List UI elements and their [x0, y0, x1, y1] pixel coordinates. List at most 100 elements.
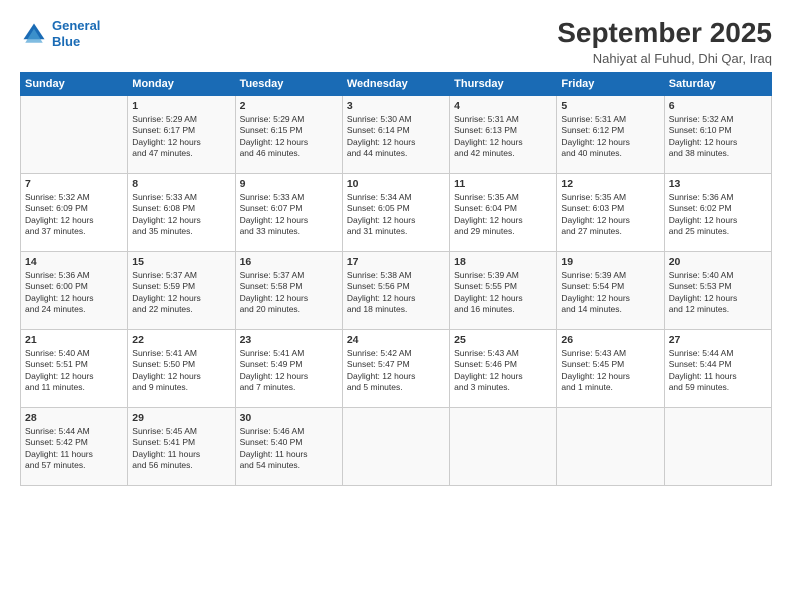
day-info: Sunrise: 5:39 AM Sunset: 5:55 PM Dayligh…: [454, 270, 552, 316]
header-day-monday: Monday: [128, 72, 235, 95]
day-cell: [21, 95, 128, 173]
week-row-4: 28 Sunrise: 5:44 AM Sunset: 5:42 PM Dayli…: [21, 407, 772, 485]
day-info: Sunrise: 5:41 AM Sunset: 5:50 PM Dayligh…: [132, 348, 230, 394]
day-cell: 26Sunrise: 5:43 AM Sunset: 5:45 PM Dayli…: [557, 329, 664, 407]
day-number: 20: [669, 256, 767, 268]
day-number: 19: [561, 256, 659, 268]
day-number: 8: [132, 178, 230, 190]
week-row-0: 1Sunrise: 5:29 AM Sunset: 6:17 PM Daylig…: [21, 95, 772, 173]
day-info: Sunrise: 5:44 AM Sunset: 5:44 PM Dayligh…: [669, 348, 767, 394]
day-info: Sunrise: 5:36 AM Sunset: 6:02 PM Dayligh…: [669, 192, 767, 238]
day-info: Sunrise: 5:32 AM Sunset: 6:09 PM Dayligh…: [25, 192, 123, 238]
calendar-header: SundayMondayTuesdayWednesdayThursdayFrid…: [21, 72, 772, 95]
day-number: 23: [240, 334, 338, 346]
day-info: Sunrise: 5:31 AM Sunset: 6:13 PM Dayligh…: [454, 114, 552, 160]
day-cell: 20 Sunrise: 5:40 AM Sunset: 5:53 PM Dayli…: [664, 251, 771, 329]
day-info: Sunrise: 5:43 AM Sunset: 5:46 PM Dayligh…: [454, 348, 552, 394]
day-number: 29: [132, 412, 230, 424]
logo-text: General Blue: [52, 18, 100, 49]
day-number: 6: [669, 100, 767, 112]
day-cell: 1Sunrise: 5:29 AM Sunset: 6:17 PM Daylig…: [128, 95, 235, 173]
day-number: 18: [454, 256, 552, 268]
day-info: Sunrise: 5:36 AM Sunset: 6:00 PM Dayligh…: [25, 270, 123, 316]
week-row-3: 21 Sunrise: 5:40 AM Sunset: 5:51 PM Dayli…: [21, 329, 772, 407]
day-number: 17: [347, 256, 445, 268]
day-info: Sunrise: 5:31 AM Sunset: 6:12 PM Dayligh…: [561, 114, 659, 160]
day-info: Sunrise: 5:37 AM Sunset: 5:58 PM Dayligh…: [240, 270, 338, 316]
day-number: 7: [25, 178, 123, 190]
logo: General Blue: [20, 18, 100, 49]
day-cell: 12Sunrise: 5:35 AM Sunset: 6:03 PM Dayli…: [557, 173, 664, 251]
title-block: September 2025 Nahiyat al Fuhud, Dhi Qar…: [557, 18, 772, 66]
week-row-2: 14 Sunrise: 5:36 AM Sunset: 6:00 PM Dayli…: [21, 251, 772, 329]
day-number: 27: [669, 334, 767, 346]
day-cell: 29Sunrise: 5:45 AM Sunset: 5:41 PM Dayli…: [128, 407, 235, 485]
day-number: 24: [347, 334, 445, 346]
day-info: Sunrise: 5:33 AM Sunset: 6:08 PM Dayligh…: [132, 192, 230, 238]
header-day-saturday: Saturday: [664, 72, 771, 95]
day-number: 9: [240, 178, 338, 190]
day-number: 13: [669, 178, 767, 190]
day-cell: 13 Sunrise: 5:36 AM Sunset: 6:02 PM Dayli…: [664, 173, 771, 251]
day-cell: 15Sunrise: 5:37 AM Sunset: 5:59 PM Dayli…: [128, 251, 235, 329]
day-number: 25: [454, 334, 552, 346]
day-number: 3: [347, 100, 445, 112]
header-day-thursday: Thursday: [450, 72, 557, 95]
day-cell: 8 Sunrise: 5:33 AM Sunset: 6:08 PM Daylig…: [128, 173, 235, 251]
day-number: 2: [240, 100, 338, 112]
day-number: 16: [240, 256, 338, 268]
day-number: 26: [561, 334, 659, 346]
day-cell: 22 Sunrise: 5:41 AM Sunset: 5:50 PM Dayli…: [128, 329, 235, 407]
day-cell: 19 Sunrise: 5:39 AM Sunset: 5:54 PM Dayli…: [557, 251, 664, 329]
day-info: Sunrise: 5:34 AM Sunset: 6:05 PM Dayligh…: [347, 192, 445, 238]
day-info: Sunrise: 5:32 AM Sunset: 6:10 PM Dayligh…: [669, 114, 767, 160]
day-info: Sunrise: 5:30 AM Sunset: 6:14 PM Dayligh…: [347, 114, 445, 160]
logo-icon: [20, 20, 48, 48]
day-number: 5: [561, 100, 659, 112]
day-cell: 3 Sunrise: 5:30 AM Sunset: 6:14 PM Daylig…: [342, 95, 449, 173]
day-number: 4: [454, 100, 552, 112]
day-cell: 27 Sunrise: 5:44 AM Sunset: 5:44 PM Dayli…: [664, 329, 771, 407]
day-info: Sunrise: 5:39 AM Sunset: 5:54 PM Dayligh…: [561, 270, 659, 316]
day-number: 28: [25, 412, 123, 424]
day-number: 11: [454, 178, 552, 190]
day-cell: [342, 407, 449, 485]
day-number: 14: [25, 256, 123, 268]
header-day-wednesday: Wednesday: [342, 72, 449, 95]
day-info: Sunrise: 5:33 AM Sunset: 6:07 PM Dayligh…: [240, 192, 338, 238]
day-cell: 28 Sunrise: 5:44 AM Sunset: 5:42 PM Dayli…: [21, 407, 128, 485]
day-info: Sunrise: 5:29 AM Sunset: 6:15 PM Dayligh…: [240, 114, 338, 160]
day-number: 12: [561, 178, 659, 190]
day-info: Sunrise: 5:44 AM Sunset: 5:42 PM Dayligh…: [25, 426, 123, 472]
day-cell: [450, 407, 557, 485]
header-day-tuesday: Tuesday: [235, 72, 342, 95]
day-info: Sunrise: 5:38 AM Sunset: 5:56 PM Dayligh…: [347, 270, 445, 316]
day-number: 30: [240, 412, 338, 424]
day-info: Sunrise: 5:40 AM Sunset: 5:53 PM Dayligh…: [669, 270, 767, 316]
day-cell: 16 Sunrise: 5:37 AM Sunset: 5:58 PM Dayli…: [235, 251, 342, 329]
day-info: Sunrise: 5:41 AM Sunset: 5:49 PM Dayligh…: [240, 348, 338, 394]
subtitle: Nahiyat al Fuhud, Dhi Qar, Iraq: [557, 51, 772, 66]
week-row-1: 7 Sunrise: 5:32 AM Sunset: 6:09 PM Daylig…: [21, 173, 772, 251]
day-cell: 23 Sunrise: 5:41 AM Sunset: 5:49 PM Dayli…: [235, 329, 342, 407]
day-number: 10: [347, 178, 445, 190]
calendar-body: 1Sunrise: 5:29 AM Sunset: 6:17 PM Daylig…: [21, 95, 772, 485]
page: General Blue September 2025 Nahiyat al F…: [0, 0, 792, 612]
day-cell: 18 Sunrise: 5:39 AM Sunset: 5:55 PM Dayli…: [450, 251, 557, 329]
day-cell: 14 Sunrise: 5:36 AM Sunset: 6:00 PM Dayli…: [21, 251, 128, 329]
day-cell: 10 Sunrise: 5:34 AM Sunset: 6:05 PM Dayli…: [342, 173, 449, 251]
day-number: 22: [132, 334, 230, 346]
day-cell: 17 Sunrise: 5:38 AM Sunset: 5:56 PM Dayli…: [342, 251, 449, 329]
main-title: September 2025: [557, 18, 772, 49]
day-cell: 4 Sunrise: 5:31 AM Sunset: 6:13 PM Daylig…: [450, 95, 557, 173]
day-number: 21: [25, 334, 123, 346]
day-number: 1: [132, 100, 230, 112]
day-info: Sunrise: 5:46 AM Sunset: 5:40 PM Dayligh…: [240, 426, 338, 472]
day-cell: 24Sunrise: 5:42 AM Sunset: 5:47 PM Dayli…: [342, 329, 449, 407]
day-cell: [664, 407, 771, 485]
day-info: Sunrise: 5:35 AM Sunset: 6:04 PM Dayligh…: [454, 192, 552, 238]
day-info: Sunrise: 5:40 AM Sunset: 5:51 PM Dayligh…: [25, 348, 123, 394]
day-cell: 11 Sunrise: 5:35 AM Sunset: 6:04 PM Dayli…: [450, 173, 557, 251]
day-info: Sunrise: 5:37 AM Sunset: 5:59 PM Dayligh…: [132, 270, 230, 316]
day-cell: 9 Sunrise: 5:33 AM Sunset: 6:07 PM Daylig…: [235, 173, 342, 251]
